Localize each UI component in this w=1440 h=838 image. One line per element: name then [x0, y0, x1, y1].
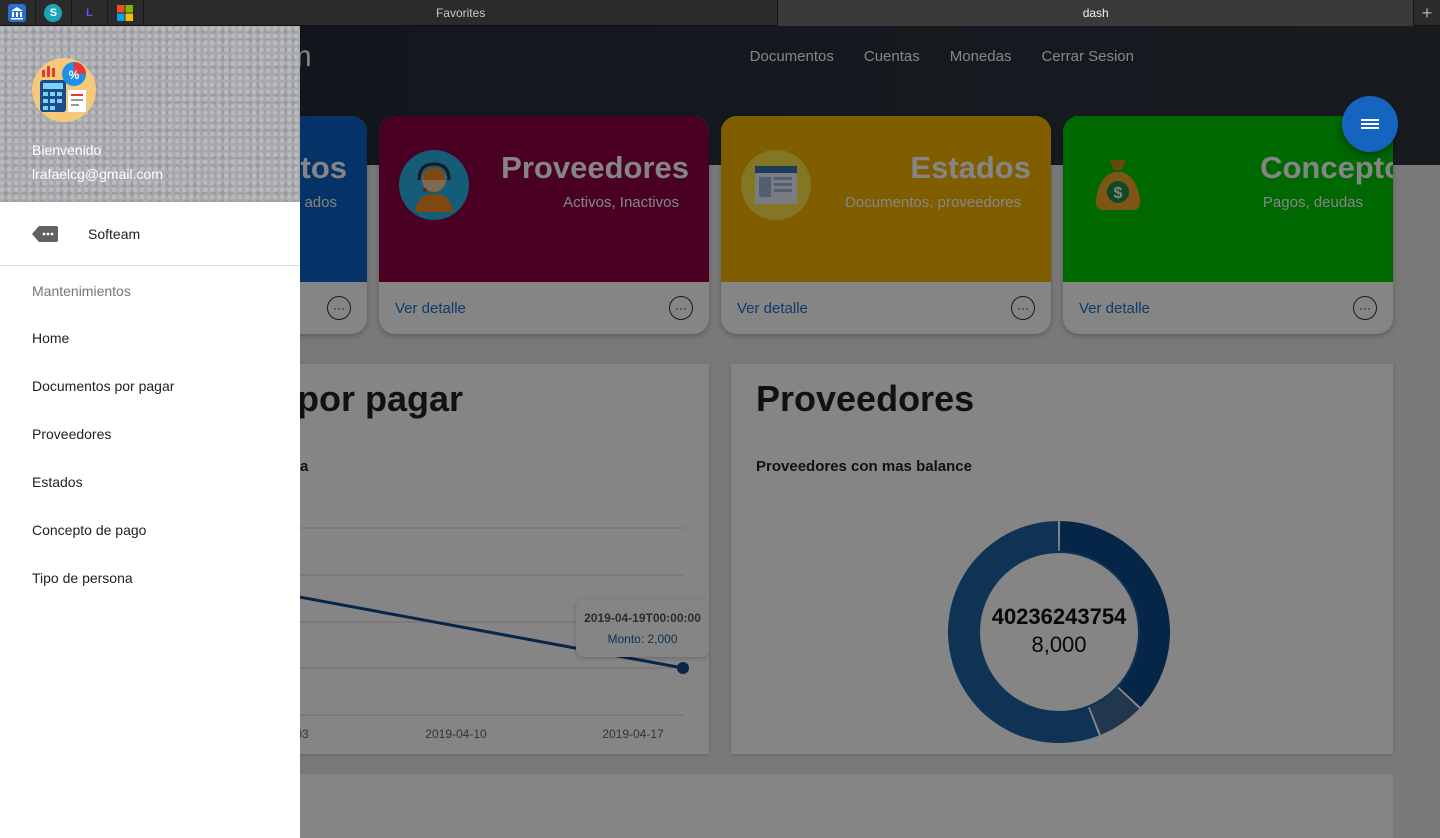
browser-tab-bar: S L Favorites dash + [0, 0, 1440, 26]
drawer-brand-label: Softeam [88, 225, 141, 242]
drawer-item-concepto-de-pago[interactable]: Concepto de pago [0, 506, 300, 554]
avatar-calculator-icon: % [32, 58, 96, 122]
svg-text:%: % [69, 68, 80, 82]
hamburger-icon [1361, 117, 1379, 131]
favicon-bank[interactable] [0, 0, 36, 26]
drawer-item-estados[interactable]: Estados [0, 458, 300, 506]
tab-favorites[interactable]: Favorites [144, 0, 779, 26]
favicon-l[interactable]: L [72, 0, 108, 26]
bank-icon [8, 4, 27, 22]
drawer-item-proveedores[interactable]: Proveedores [0, 410, 300, 458]
drawer-brand-item[interactable]: Softeam [0, 202, 300, 266]
s-circle-icon: S [44, 4, 63, 22]
navigation-drawer: % Bienvenido lrafaelcg@gmail.com Softeam… [0, 26, 300, 838]
drawer-item-documentos-por-pagar[interactable]: Documentos por pagar [0, 362, 300, 410]
windows-logo-icon [116, 4, 134, 22]
label-tag-icon [32, 225, 58, 242]
tab-dash[interactable]: dash [778, 0, 1414, 26]
drawer-header: % Bienvenido lrafaelcg@gmail.com [0, 26, 300, 202]
drawer-section-header: Mantenimientos [32, 283, 131, 299]
drawer-item-home[interactable]: Home [0, 314, 300, 362]
menu-fab-button[interactable] [1342, 96, 1398, 152]
l-letter-icon: L [86, 7, 93, 19]
drawer-item-tipo-de-persona[interactable]: Tipo de persona [0, 554, 300, 602]
user-email: lrafaelcg@gmail.com [32, 166, 163, 182]
welcome-text: Bienvenido [32, 142, 102, 158]
favicon-s[interactable]: S [36, 0, 72, 26]
favicon-windows[interactable] [108, 0, 144, 26]
new-tab-button[interactable]: + [1414, 0, 1440, 26]
